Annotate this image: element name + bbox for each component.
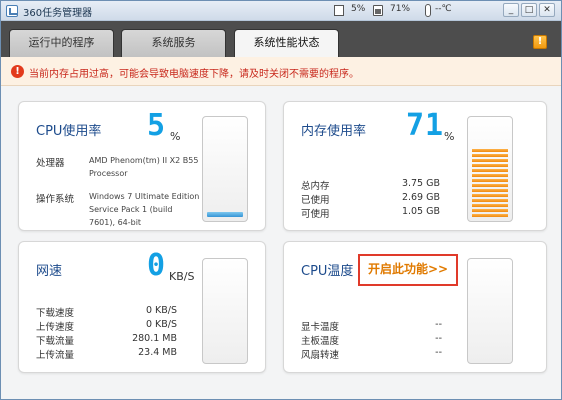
title-bar[interactable]: 360任务管理器 5% 71% --℃ _ □ ✕ [1, 1, 561, 21]
network-row-label: 下载流量 [36, 336, 75, 347]
memory-status-text: 71% [390, 4, 411, 14]
cpu-temperature-title: CPU温度 [301, 264, 354, 279]
cpu-usage-title: CPU使用率 [36, 124, 102, 139]
memory-row-label: 总内存 [301, 181, 330, 192]
temperature-row-label: 风扇转速 [301, 350, 340, 361]
cpu-status-text: 5% [351, 4, 366, 14]
memory-usage-value: 71 [406, 108, 445, 143]
cpu-usage-card: CPU使用率 5 % 处理器 AMD Phenom(tm) II X2 B55 … [18, 101, 266, 231]
temperature-status-text: --℃ [435, 4, 452, 14]
temperature-row-value: -- [435, 319, 442, 330]
memory-monitor-icon [373, 5, 383, 16]
memory-gauge-segment [472, 204, 508, 207]
network-row-label: 上传流量 [36, 350, 75, 361]
network-row-value: 23.4 MB [138, 347, 177, 358]
task-manager-window: 360任务管理器 5% 71% --℃ _ □ ✕ 运行中的程序 系统服务 系统… [0, 0, 562, 400]
network-row-value: 0 KB/S [145, 319, 177, 330]
cpu-usage-bar [207, 212, 243, 217]
network-row-value: 0 KB/S [145, 305, 177, 316]
warning-icon: ! [11, 65, 24, 78]
memory-gauge-segment [472, 199, 508, 202]
memory-usage-gauge [467, 116, 513, 222]
memory-usage-bar [472, 149, 508, 217]
cpu-temperature-gauge [467, 258, 513, 364]
memory-gauge-segment [472, 164, 508, 167]
cpu-monitor-icon [334, 5, 344, 16]
close-button[interactable]: ✕ [539, 3, 555, 17]
network-speed-card: 网速 0 KB/S 下载速度 0 KB/S 上传速度 0 KB/S 下载流量 2… [18, 241, 266, 373]
memory-gauge-segment [472, 149, 508, 152]
os-value: Windows 7 Ultimate Edition Service Pack … [89, 192, 200, 227]
tab-performance-status[interactable]: 系统性能状态 [234, 29, 339, 58]
thermometer-icon [425, 4, 431, 17]
warning-text: 当前内存占用过高，可能会导致电脑速度下降，请及时关闭不需要的程序。 [29, 69, 359, 80]
help-button[interactable]: ! [533, 35, 547, 49]
window-title: 360任务管理器 [23, 8, 93, 19]
app-logo-icon [6, 5, 18, 17]
network-row-label: 下载速度 [36, 308, 75, 319]
memory-gauge-segment [472, 169, 508, 172]
memory-row-label: 可使用 [301, 209, 330, 220]
tab-system-services[interactable]: 系统服务 [121, 29, 226, 57]
memory-row-label: 已使用 [301, 195, 330, 206]
network-speed-unit: KB/S [169, 270, 195, 283]
memory-gauge-segment [472, 179, 508, 182]
memory-gauge-segment [472, 184, 508, 187]
memory-row-value: 1.05 GB [401, 206, 440, 217]
network-row-label: 上传速度 [36, 322, 75, 333]
os-label: 操作系统 [36, 194, 75, 205]
temperature-row-label: 显卡温度 [301, 322, 340, 333]
temperature-row-label: 主板温度 [301, 336, 340, 347]
cpu-temperature-card: CPU温度 开启此功能>> 显卡温度 -- 主板温度 -- 风扇转速 -- [283, 241, 547, 373]
memory-usage-gauge-fill [472, 149, 508, 217]
memory-gauge-segment [472, 154, 508, 157]
memory-gauge-segment [472, 189, 508, 192]
memory-warning-bar: ! 当前内存占用过高，可能会导致电脑速度下降，请及时关闭不需要的程序。 [1, 57, 561, 86]
tab-bar: 运行中的程序 系统服务 系统性能状态 ! [1, 21, 561, 58]
processor-label: 处理器 [36, 158, 65, 169]
memory-usage-unit: % [444, 130, 455, 143]
memory-gauge-segment [472, 159, 508, 162]
memory-gauge-segment [472, 214, 508, 217]
memory-gauge-segment [472, 209, 508, 212]
minimize-button[interactable]: _ [503, 3, 519, 17]
cpu-usage-unit: % [170, 130, 181, 143]
network-speed-gauge [202, 258, 248, 364]
memory-gauge-segment [472, 194, 508, 197]
enable-temperature-link[interactable]: 开启此功能>> [358, 254, 458, 286]
tab-running-programs[interactable]: 运行中的程序 [9, 29, 114, 57]
network-row-value: 280.1 MB [132, 333, 177, 344]
memory-usage-card: 内存使用率 71 % 总内存 3.75 GB 已使用 2.69 GB 可使用 1… [283, 101, 547, 231]
memory-usage-title: 内存使用率 [301, 124, 367, 139]
network-speed-title: 网速 [36, 264, 63, 279]
temperature-row-value: -- [435, 333, 442, 344]
memory-row-value: 3.75 GB [401, 178, 440, 189]
processor-value: AMD Phenom(tm) II X2 B55 Processor [89, 156, 199, 178]
cpu-usage-gauge [202, 116, 248, 222]
memory-row-value: 2.69 GB [401, 192, 440, 203]
cpu-usage-gauge-fill [207, 212, 243, 217]
temperature-row-value: -- [435, 347, 442, 358]
cpu-usage-value: 5 [147, 108, 167, 143]
maximize-button[interactable]: □ [521, 3, 537, 17]
memory-gauge-segment [472, 174, 508, 177]
network-speed-value: 0 [147, 248, 167, 283]
